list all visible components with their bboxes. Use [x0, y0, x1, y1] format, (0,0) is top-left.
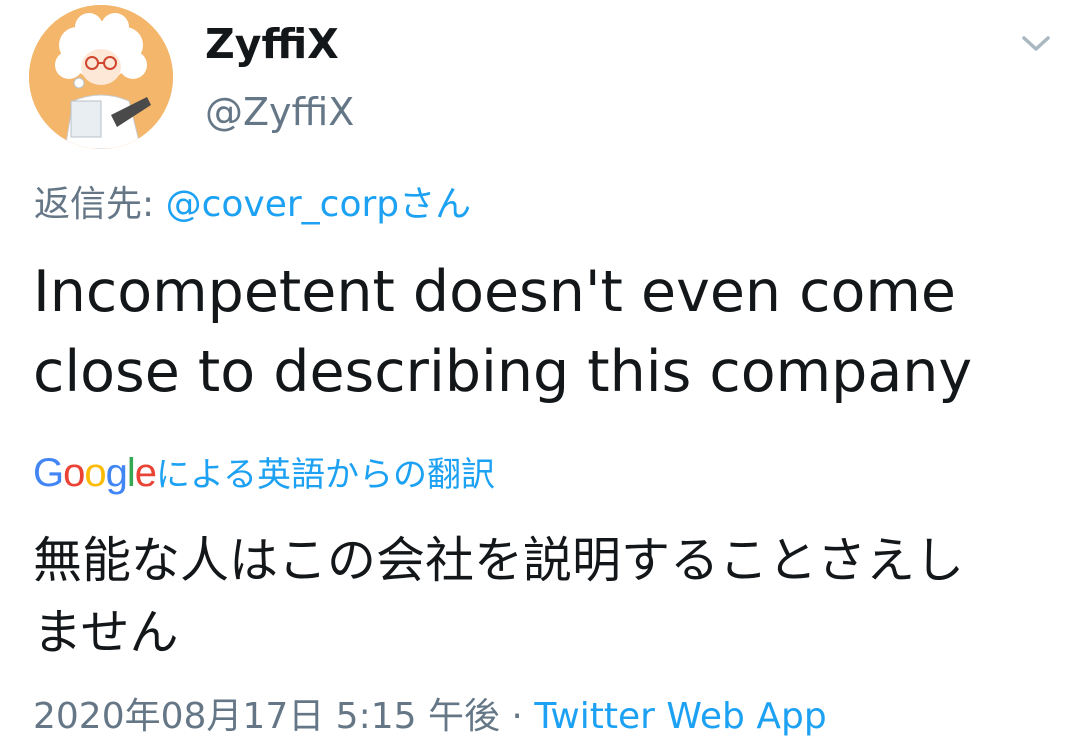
reply-mention-link[interactable]: @cover_corpさん	[166, 184, 472, 225]
google-logo-letter: g	[105, 451, 128, 495]
google-logo-letter: G	[33, 451, 64, 495]
display-name[interactable]: ZyffiX	[205, 18, 339, 70]
translated-text-line: 無能な人はこの会社を説明することさえし	[33, 532, 965, 589]
translation-attribution[interactable]: Googleによる英語からの翻訳	[33, 448, 495, 500]
anime-character-avatar-icon	[29, 5, 173, 149]
tweet-text: Incompetent doesn't even come close to d…	[33, 252, 1053, 412]
tweet-metadata: 2020年08月17日 5:15 午後 · Twitter Web App	[33, 691, 827, 743]
user-handle[interactable]: @ZyffiX	[205, 88, 354, 136]
translation-label[interactable]: による英語からの翻訳	[156, 455, 495, 495]
google-logo-letter: e	[134, 451, 157, 495]
reply-prefix: 返信先:	[34, 184, 166, 225]
reply-to-line: 返信先: @cover_corpさん	[34, 180, 471, 230]
google-logo-letter: o	[84, 451, 106, 495]
chevron-down-icon[interactable]	[1018, 30, 1054, 56]
tweet-text-line: Incompetent doesn't even come	[33, 259, 956, 325]
user-avatar[interactable]	[29, 5, 173, 149]
tweet-text-line: close to describing this company	[33, 339, 973, 405]
google-logo: Google	[33, 451, 157, 495]
timestamp[interactable]: 2020年08月17日 5:15 午後	[33, 696, 500, 737]
translated-text-line: ません	[33, 604, 179, 661]
google-logo-letter: o	[63, 451, 85, 495]
google-logo-letter: l	[126, 451, 136, 495]
source-app-link[interactable]: Twitter Web App	[534, 696, 826, 737]
tweet: ZyffiX @ZyffiX 返信先: @cover_corpさん Incomp…	[0, 0, 1080, 747]
meta-separator: ·	[499, 696, 535, 737]
mention-honorific[interactable]: さん	[399, 184, 471, 225]
mention-handle[interactable]: @cover_corp	[166, 184, 400, 225]
translated-text: 無能な人はこの会社を説明することさえし ません	[33, 525, 1053, 669]
